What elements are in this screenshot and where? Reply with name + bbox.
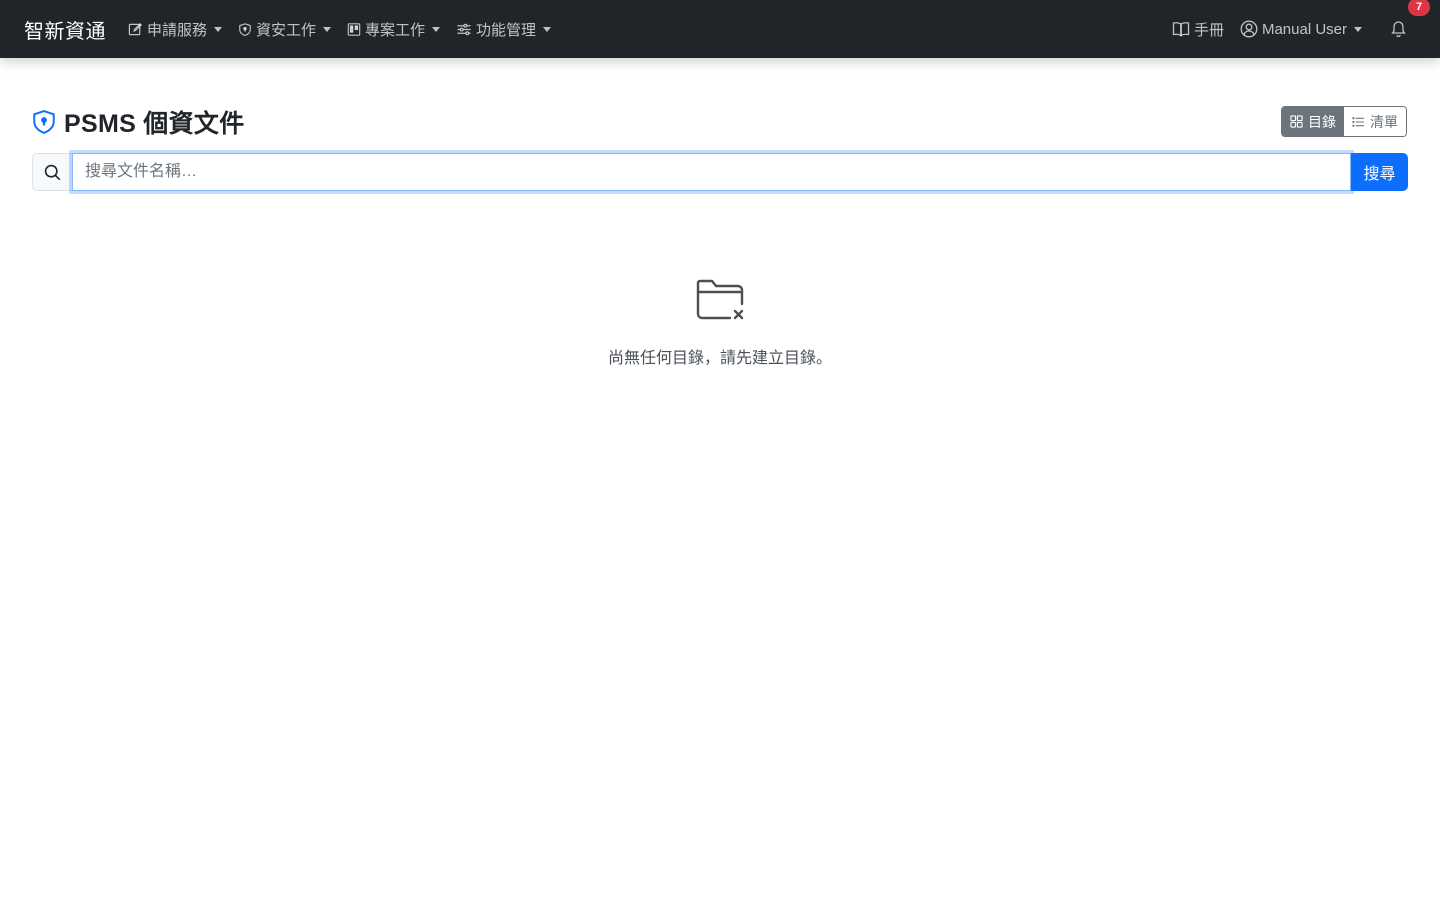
shield-icon bbox=[239, 22, 251, 36]
chevron-down-icon bbox=[214, 26, 223, 32]
navbar-right: 手冊 Manual User 7 bbox=[1156, 0, 1440, 58]
top-navbar: 智新資通 申請服務 資安工作 專案工作 功能管理 手冊 Manual User … bbox=[0, 0, 1440, 58]
chevron-down-icon bbox=[323, 26, 332, 32]
user-menu-label: Manual User bbox=[1261, 20, 1347, 38]
shield-lock-icon bbox=[33, 110, 55, 134]
view-toggle-group: 目錄 清單 bbox=[1281, 106, 1407, 137]
brand-logo[interactable]: 智新資通 bbox=[24, 0, 106, 58]
user-menu[interactable]: Manual User bbox=[1240, 0, 1362, 58]
menu-apply-services-label: 申請服務 bbox=[147, 21, 208, 39]
search-addon bbox=[32, 153, 72, 191]
menu-function-management[interactable]: 功能管理 bbox=[456, 0, 552, 58]
catalog-view-button[interactable]: 目錄 bbox=[1282, 107, 1344, 136]
chevron-down-icon bbox=[543, 26, 552, 32]
page-header: PSMS 個資文件 bbox=[32, 104, 245, 140]
page-title: PSMS 個資文件 bbox=[64, 110, 245, 138]
main-menu: 申請服務 資安工作 專案工作 功能管理 bbox=[128, 0, 567, 58]
manual-link-label: 手冊 bbox=[1193, 21, 1224, 39]
chevron-down-icon bbox=[1354, 26, 1362, 32]
list-view-button[interactable]: 清單 bbox=[1344, 107, 1406, 136]
user-circle-icon bbox=[1240, 20, 1258, 38]
chevron-down-icon bbox=[432, 26, 441, 32]
grid-icon bbox=[1290, 115, 1303, 128]
search-icon bbox=[44, 164, 61, 180]
menu-apply-services[interactable]: 申請服務 bbox=[128, 0, 223, 58]
pencil-square-icon bbox=[128, 22, 142, 35]
bell-icon bbox=[1390, 21, 1406, 38]
notification-badge: 7 bbox=[1408, 0, 1430, 16]
list-view-label: 清單 bbox=[1370, 113, 1398, 130]
search-button[interactable]: 搜尋 bbox=[1351, 153, 1408, 191]
folder-x-icon bbox=[696, 279, 744, 320]
manual-link[interactable]: 手冊 bbox=[1172, 0, 1224, 58]
catalog-view-label: 目錄 bbox=[1308, 113, 1336, 130]
book-icon bbox=[1172, 22, 1190, 37]
sliders-icon bbox=[457, 23, 471, 35]
empty-state: 尚無任何目錄，請先建立目錄。 bbox=[0, 278, 1440, 368]
notifications-button[interactable]: 7 bbox=[1378, 0, 1430, 58]
menu-project-work-label: 專案工作 bbox=[365, 21, 426, 39]
search-bar: 搜尋 bbox=[32, 153, 1408, 191]
empty-state-message: 尚無任何目錄，請先建立目錄。 bbox=[607, 350, 832, 367]
menu-security-work[interactable]: 資安工作 bbox=[238, 0, 332, 58]
menu-security-work-label: 資安工作 bbox=[256, 21, 317, 39]
kanban-icon bbox=[347, 22, 361, 36]
search-input[interactable] bbox=[72, 153, 1351, 191]
list-icon bbox=[1352, 116, 1365, 127]
menu-project-work[interactable]: 專案工作 bbox=[347, 0, 441, 58]
menu-function-management-label: 功能管理 bbox=[476, 21, 537, 39]
